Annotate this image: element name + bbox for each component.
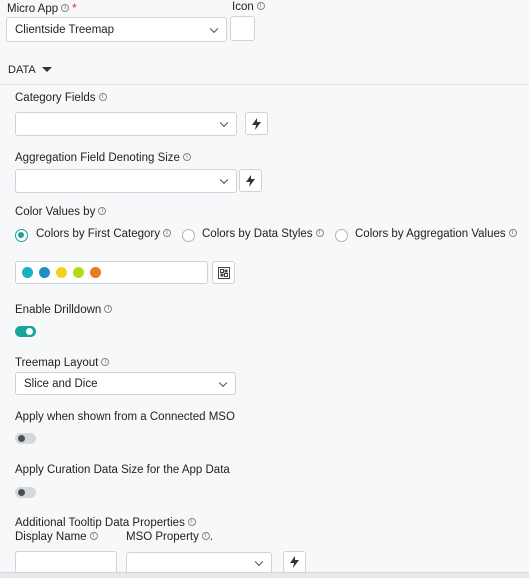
drilldown-label: Enable Drilldown i xyxy=(15,304,113,316)
micro-app-select[interactable]: Clientside Treemap xyxy=(6,17,227,42)
chevron-down-icon xyxy=(218,378,228,387)
caret-down-icon xyxy=(41,67,52,72)
radio-label-first-category: Colors by First Category i xyxy=(36,228,171,240)
lightning-icon xyxy=(246,174,255,187)
icon-picker[interactable] xyxy=(230,16,255,41)
connected-mso-toggle[interactable] xyxy=(15,433,36,444)
treemap-layout-value: Slice and Dice xyxy=(24,377,98,390)
aggregation-field-dynamic-button[interactable] xyxy=(239,169,262,192)
radio-label-data-styles: Colors by Data Styles i xyxy=(202,228,324,240)
color-palette-field[interactable] xyxy=(15,261,208,284)
info-icon: i xyxy=(61,4,70,12)
palette-swatch xyxy=(73,267,84,278)
micro-app-label: Micro App i * xyxy=(7,3,77,15)
mso-property-label: MSO Property i. xyxy=(126,531,214,543)
treemap-layout-label: Treemap Layout i xyxy=(15,357,110,369)
palette-swatch xyxy=(56,267,67,278)
mso-property-select[interactable] xyxy=(126,552,272,574)
info-icon: i xyxy=(98,207,107,215)
micro-app-value: Clientside Treemap xyxy=(15,23,115,36)
radio-label-aggregation-values: Colors by Aggregation Values i xyxy=(355,228,517,240)
display-name-label: Display Name i xyxy=(15,531,98,543)
display-name-input[interactable] xyxy=(15,551,117,574)
lightning-icon xyxy=(290,556,299,568)
data-section-toggle[interactable]: DATA xyxy=(8,64,52,76)
curation-size-label: Apply Curation Data Size for the App Dat… xyxy=(15,464,230,476)
required-marker: * xyxy=(72,3,77,15)
section-divider xyxy=(0,84,529,85)
drilldown-toggle[interactable] xyxy=(15,326,36,337)
treemap-layout-select[interactable]: Slice and Dice xyxy=(15,372,236,395)
toggle-knob xyxy=(26,328,33,335)
data-section-label: DATA xyxy=(8,64,36,76)
radio-colors-by-first-category[interactable] xyxy=(15,229,28,242)
aggregation-field-label: Aggregation Field Denoting Size i xyxy=(15,152,191,164)
palette-swatch xyxy=(39,267,50,278)
info-icon: i xyxy=(201,532,210,540)
palette-swatch xyxy=(90,267,101,278)
chevron-down-icon xyxy=(254,557,264,567)
chevron-down-icon xyxy=(219,118,229,128)
connected-mso-label: Apply when shown from a Connected MSO xyxy=(15,411,235,423)
info-icon: i xyxy=(187,518,196,526)
category-fields-select[interactable] xyxy=(15,112,237,136)
category-fields-dynamic-button[interactable] xyxy=(245,112,268,135)
radio-colors-by-aggregation-values[interactable] xyxy=(335,229,348,242)
category-fields-label: Category Fields i xyxy=(15,92,107,104)
aggregation-field-select[interactable] xyxy=(15,169,237,193)
chevron-down-icon xyxy=(209,24,219,33)
info-icon: i xyxy=(256,2,265,10)
info-icon: i xyxy=(182,153,191,161)
toggle-knob xyxy=(18,435,25,442)
palette-picker-button[interactable] xyxy=(212,261,235,284)
info-icon: i xyxy=(315,229,324,237)
radio-colors-by-data-styles[interactable] xyxy=(182,229,195,242)
info-icon: i xyxy=(104,305,113,313)
mso-property-suffix: . xyxy=(209,531,214,543)
lightning-icon xyxy=(252,117,261,130)
info-icon: i xyxy=(101,358,110,366)
icon-field-label: Icon i xyxy=(232,1,265,13)
bottom-scrollbar[interactable] xyxy=(0,572,529,578)
palette-swatch xyxy=(22,267,33,278)
color-values-label: Color Values by i xyxy=(15,206,107,218)
info-icon: i xyxy=(98,93,107,101)
info-icon: i xyxy=(508,229,517,237)
chevron-down-icon xyxy=(219,175,229,185)
curation-size-toggle[interactable] xyxy=(15,487,36,498)
tooltip-properties-label: Additional Tooltip Data Properties i xyxy=(15,517,196,529)
info-icon: i xyxy=(89,532,98,540)
info-icon: i xyxy=(162,229,171,237)
palette-grid-icon xyxy=(217,266,230,279)
toggle-knob xyxy=(18,489,25,496)
tooltip-dynamic-button[interactable] xyxy=(283,551,306,573)
